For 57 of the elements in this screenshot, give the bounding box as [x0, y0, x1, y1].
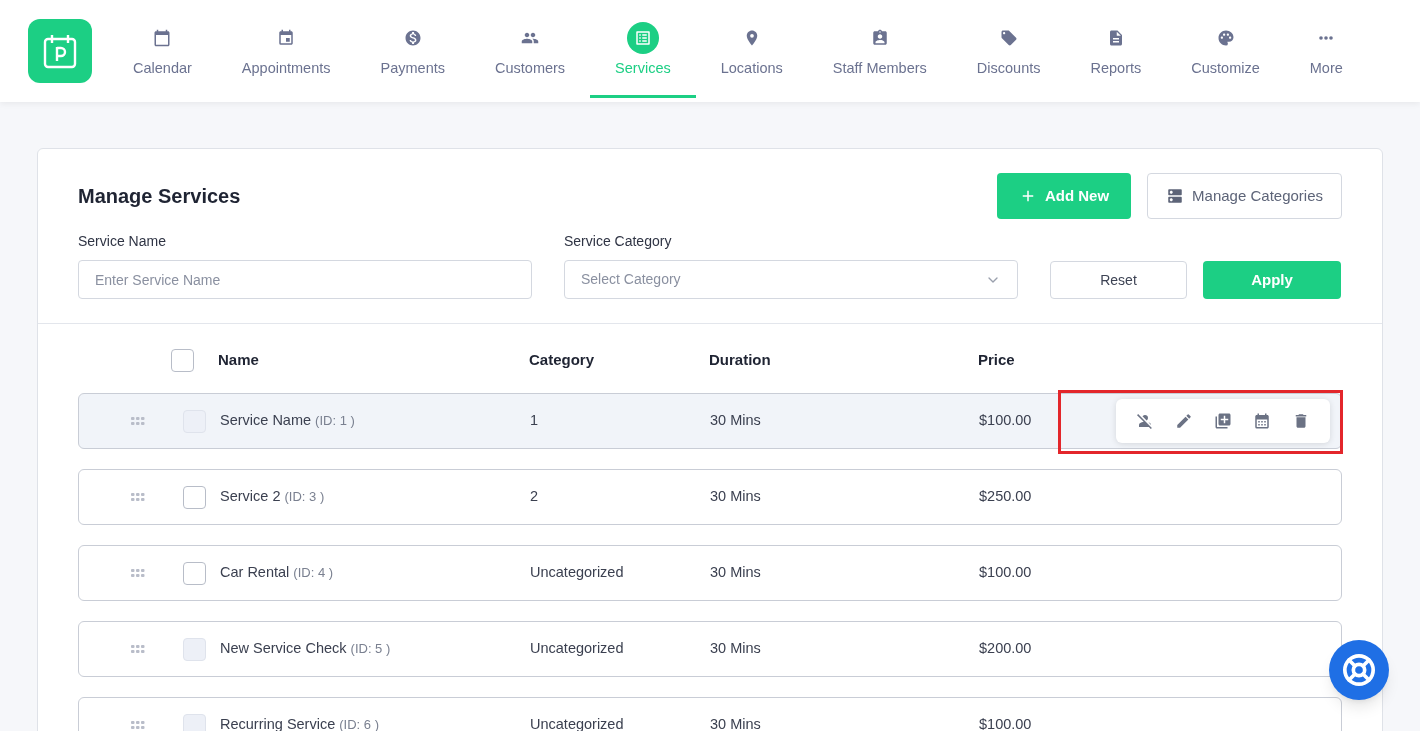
dollar-icon — [403, 29, 422, 48]
calendar-icon — [277, 29, 296, 48]
calendar-icon — [153, 29, 172, 48]
service-name: Service 2 (ID: 3 ) — [220, 487, 326, 507]
tag-icon — [999, 29, 1018, 48]
nav-tab[interactable]: Staff Members — [807, 0, 952, 102]
nav-tab[interactable]: Customers — [470, 0, 591, 102]
manage-categories-button[interactable]: Manage Categories — [1147, 173, 1342, 219]
table-cell-text: $100.00 — [979, 411, 1032, 431]
field-label: Service Name — [78, 232, 167, 251]
table-cell-text: $250.00 — [979, 487, 1032, 507]
table-cell-text: 30 Mins — [710, 411, 762, 431]
column-header: Name — [218, 349, 260, 370]
nav-tab[interactable]: More — [1284, 0, 1368, 102]
table-cell-text: $200.00 — [979, 639, 1032, 659]
service-row[interactable]: Service 2 (ID: 3 ) 2 30 Mins $250.00 — [78, 469, 1342, 525]
column-header: Category — [529, 349, 596, 370]
category-dropdown[interactable]: Select Category — [564, 260, 1018, 299]
nav-tab[interactable]: Discounts — [951, 0, 1066, 102]
nav-tab[interactable]: Locations — [695, 0, 808, 102]
service-name-field[interactable]: Enter Service Name — [78, 260, 532, 299]
reset-button[interactable]: Reset — [1050, 261, 1187, 299]
column-header: Price — [978, 349, 1015, 370]
lifebuoy-icon — [1342, 653, 1376, 687]
table-cell-text: $100.00 — [979, 563, 1032, 583]
nav-tab[interactable]: Appointments — [216, 0, 356, 102]
table-cell-text: 30 Mins — [710, 487, 762, 507]
page-title: Manage Services — [78, 184, 241, 209]
nav-tab[interactable]: Reports — [1065, 0, 1167, 102]
logo[interactable] — [28, 19, 92, 83]
select-all-checkbox[interactable] — [171, 348, 194, 372]
table-cell-text: 30 Mins — [710, 715, 762, 731]
service-name: Car Rental (ID: 4 ) — [220, 563, 335, 583]
nav-tab[interactable]: Payments — [355, 0, 470, 102]
service-row[interactable]: Car Rental (ID: 4 ) Uncategorized 30 Mins $100.00 — [78, 545, 1342, 601]
drag-handle-icon[interactable] — [131, 569, 145, 577]
table-cell-text: 2 — [530, 487, 540, 507]
table-cell-text: $100.00 — [979, 715, 1032, 731]
table-cell-text: 1 — [530, 411, 540, 431]
row-checkbox[interactable] — [183, 561, 206, 585]
column-header: Duration — [709, 349, 772, 370]
table-cell-text: 30 Mins — [710, 563, 762, 583]
service-name: New Service Check (ID: 5 ) — [220, 639, 392, 659]
service-name: Service Name (ID: 1 ) — [220, 411, 356, 431]
drag-handle-icon[interactable] — [131, 493, 145, 501]
table-cell-text: 30 Mins — [710, 639, 762, 659]
field-label: Service Category — [564, 232, 673, 251]
list-icon — [626, 22, 659, 55]
table-cell-text: Uncategorized — [530, 639, 625, 659]
more-icon — [1319, 36, 1334, 41]
row-checkbox[interactable] — [183, 485, 206, 509]
nav-tab[interactable]: Calendar — [108, 0, 217, 102]
server-icon — [1166, 187, 1185, 205]
palette-icon — [1216, 29, 1235, 48]
nav-tab[interactable]: Customize — [1166, 0, 1285, 102]
table-cell-text: Uncategorized — [530, 563, 625, 583]
id-badge-icon — [870, 29, 889, 48]
